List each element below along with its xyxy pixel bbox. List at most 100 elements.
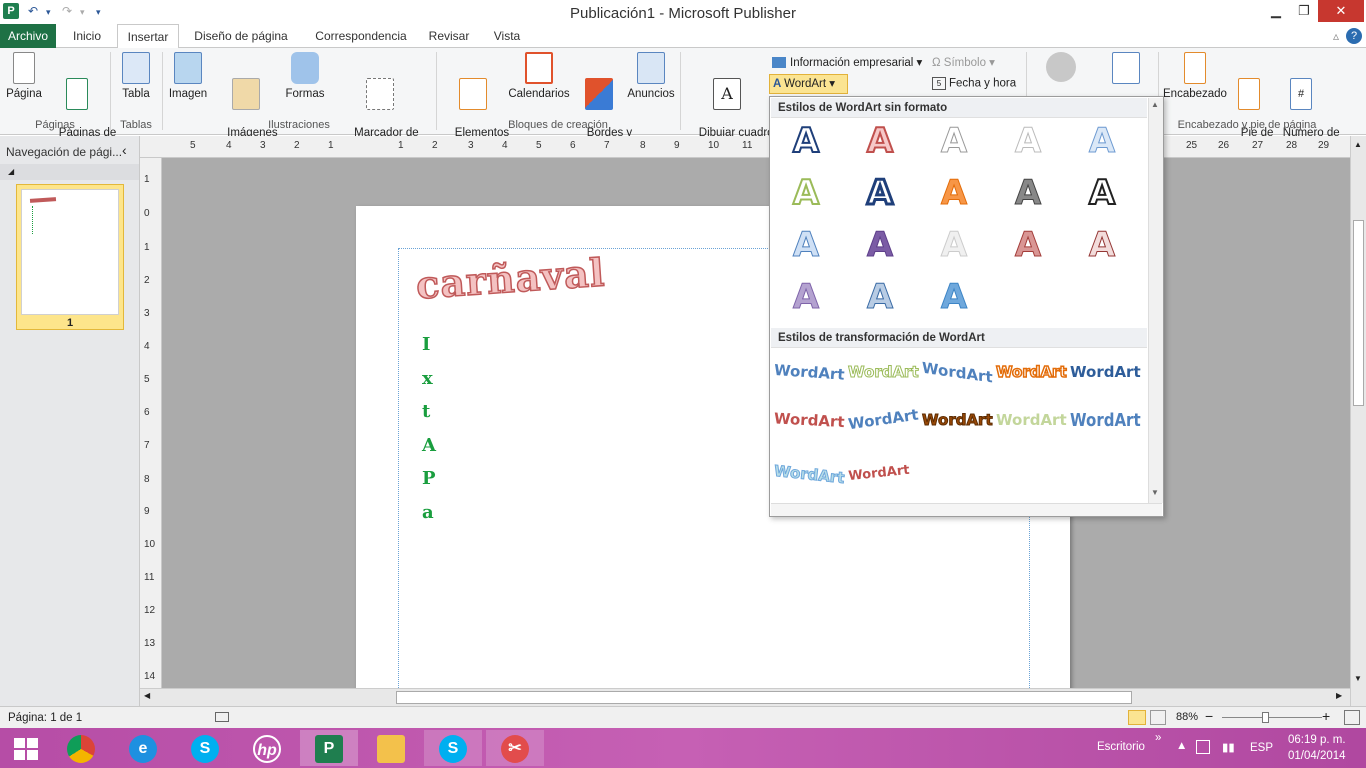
scroll-up-arrow[interactable]: ▲ bbox=[1354, 140, 1362, 149]
pagina-button[interactable]: Página bbox=[4, 52, 44, 101]
vertical-scrollbar[interactable]: ▲ ▼ bbox=[1350, 136, 1366, 706]
help-icon[interactable]: ? bbox=[1346, 28, 1362, 44]
calendarios-button[interactable]: Calendarios bbox=[506, 52, 572, 101]
gallery-scroll-down[interactable]: ▼ bbox=[1151, 488, 1159, 497]
wordart-transform-option[interactable]: WordArt bbox=[773, 401, 845, 438]
wordart-style-option[interactable]: A bbox=[860, 225, 900, 266]
wordart-transform-option[interactable]: WordArt bbox=[922, 351, 993, 394]
publisher-taskbar-button[interactable]: P bbox=[300, 730, 358, 766]
wordart-style-option[interactable]: A bbox=[934, 277, 974, 318]
scroll-down-arrow[interactable]: ▼ bbox=[1354, 674, 1362, 683]
expand-triangle-icon[interactable]: ◢ bbox=[0, 164, 139, 180]
wordart-style-option[interactable]: A bbox=[860, 120, 900, 162]
anuncios-button[interactable]: Anuncios bbox=[626, 52, 676, 101]
wordart-transform-option[interactable]: WordArt bbox=[846, 454, 911, 494]
wifi-icon[interactable]: ▮▮ bbox=[1222, 740, 1235, 754]
vertical-scroll-thumb[interactable] bbox=[1353, 220, 1364, 406]
wordart-transform-option[interactable]: WordArt bbox=[773, 353, 845, 391]
single-page-view-icon[interactable] bbox=[1128, 710, 1146, 725]
tab-inicio[interactable]: Inicio bbox=[62, 24, 112, 48]
explorer-taskbar-button[interactable] bbox=[362, 730, 420, 766]
zoom-out-button[interactable]: − bbox=[1205, 708, 1213, 724]
wordart-transform-option[interactable]: WordArt bbox=[996, 403, 1067, 437]
encabezado-button[interactable]: Encabezado bbox=[1162, 52, 1228, 101]
hp-taskbar-button[interactable]: hp bbox=[238, 730, 296, 766]
tab-diseno-pagina[interactable]: Diseño de página bbox=[186, 24, 296, 48]
hipervinculo-button[interactable] bbox=[1030, 52, 1092, 86]
page-indicator[interactable]: Página: 1 de 1 bbox=[8, 712, 82, 724]
formas-button[interactable]: Formas bbox=[284, 52, 326, 101]
vertical-letter[interactable]: P bbox=[422, 468, 436, 489]
document-canvas[interactable]: carñaval IxtAPa bbox=[162, 158, 1350, 688]
wordart-transform-option[interactable]: WordArt bbox=[1070, 400, 1141, 441]
skype2-taskbar-button[interactable]: S bbox=[424, 730, 482, 766]
wordart-style-option[interactable]: A bbox=[1082, 121, 1122, 162]
zoom-slider[interactable] bbox=[1222, 717, 1322, 718]
wordart-style-option[interactable]: A bbox=[1008, 173, 1048, 214]
maximize-button[interactable]: ❐ bbox=[1290, 0, 1318, 22]
collapse-ribbon-icon[interactable]: ▵ bbox=[1328, 24, 1344, 48]
wordart-style-option[interactable]: A bbox=[860, 172, 900, 215]
wordart-style-option[interactable]: A bbox=[934, 121, 974, 162]
tab-revisar[interactable]: Revisar bbox=[424, 24, 474, 48]
minimize-button[interactable]: ▁ bbox=[1262, 0, 1290, 22]
wordart-style-option[interactable]: A bbox=[1082, 225, 1122, 266]
gallery-scroll-up[interactable]: ▲ bbox=[1151, 100, 1159, 109]
wordart-transform-option[interactable]: WordArt bbox=[772, 454, 846, 494]
snipping-taskbar-button[interactable]: ✂ bbox=[486, 730, 544, 766]
scroll-left-arrow[interactable]: ◀ bbox=[144, 691, 150, 700]
horizontal-scrollbar[interactable]: ◀ ▶ bbox=[140, 688, 1350, 706]
collapse-nav-icon[interactable]: ‹ bbox=[122, 142, 127, 158]
vertical-letter[interactable]: t bbox=[422, 401, 430, 422]
wordart-style-option[interactable]: A bbox=[934, 225, 974, 266]
wordart-style-option[interactable]: A bbox=[786, 277, 826, 318]
wordart-transform-option[interactable]: WordArt bbox=[922, 403, 994, 437]
wordart-style-option[interactable]: A bbox=[786, 225, 826, 266]
horizontal-ruler[interactable]: 543211234567891011122526272829 bbox=[140, 136, 1366, 158]
wordart-style-option[interactable]: A bbox=[786, 120, 826, 162]
simbolo-button[interactable]: Ω Símbolo ▾ bbox=[932, 55, 1002, 69]
show-hidden-icons[interactable]: ▲ bbox=[1176, 740, 1187, 752]
wordart-button[interactable]: A WordArt ▾ bbox=[769, 74, 848, 94]
zoom-slider-thumb[interactable] bbox=[1262, 712, 1269, 723]
fit-page-icon[interactable] bbox=[1344, 710, 1360, 725]
vertical-ruler[interactable]: 1 0 1 2 3 4 5 6 7 8 9 10 11 12 13 14 bbox=[140, 158, 162, 688]
zoom-in-button[interactable]: + bbox=[1322, 708, 1330, 724]
close-button[interactable]: ✕ bbox=[1318, 0, 1364, 22]
vertical-letter[interactable]: I bbox=[422, 334, 430, 355]
wordart-style-option[interactable]: A bbox=[860, 277, 900, 318]
clock-date[interactable]: 01/04/2014 bbox=[1288, 750, 1346, 762]
horizontal-scroll-thumb[interactable] bbox=[396, 691, 1132, 704]
zoom-level[interactable]: 88% bbox=[1176, 711, 1198, 723]
wordart-style-option[interactable]: A bbox=[1008, 225, 1048, 266]
imagen-button[interactable]: Imagen bbox=[166, 52, 210, 101]
wordart-transform-option[interactable]: WordArt bbox=[846, 399, 919, 441]
gallery-scrollbar[interactable]: ▲ ▼ bbox=[1148, 98, 1163, 503]
tab-vista[interactable]: Vista bbox=[484, 24, 530, 48]
ie-taskbar-button[interactable]: e bbox=[114, 730, 172, 766]
page-thumbnail[interactable]: 1 bbox=[16, 184, 124, 330]
marcador-button[interactable] bbox=[1096, 52, 1156, 88]
chrome-taskbar-button[interactable] bbox=[52, 730, 110, 766]
wordart-transform-option[interactable]: WordArt bbox=[1070, 355, 1141, 389]
skype-taskbar-button[interactable]: S bbox=[176, 730, 234, 766]
wordart-style-option[interactable]: A bbox=[1082, 172, 1122, 214]
power-icon[interactable] bbox=[1196, 740, 1210, 754]
scroll-right-arrow[interactable]: ▶ bbox=[1336, 691, 1342, 700]
start-button[interactable] bbox=[0, 730, 52, 766]
informacion-empresarial-button[interactable]: Información empresarial ▾ bbox=[772, 55, 930, 69]
tab-archivo[interactable]: Archivo bbox=[0, 24, 56, 48]
vertical-letter[interactable]: x bbox=[422, 368, 433, 389]
tab-correspondencia[interactable]: Correspondencia bbox=[306, 24, 416, 48]
tab-insertar[interactable]: Insertar bbox=[117, 24, 179, 49]
desktop-toolbar-label[interactable]: Escritorio bbox=[1097, 741, 1145, 753]
wordart-transform-option[interactable]: WordArt bbox=[848, 355, 920, 389]
two-page-view-icon[interactable] bbox=[1150, 710, 1166, 725]
desktop-expand-icon[interactable]: » bbox=[1155, 732, 1161, 744]
tabla-button[interactable]: Tabla bbox=[116, 52, 156, 101]
fecha-hora-button[interactable]: 5 Fecha y hora bbox=[932, 77, 1022, 90]
wordart-style-option[interactable]: A bbox=[786, 172, 826, 214]
gallery-resize-bar[interactable] bbox=[771, 503, 1162, 516]
clock-time[interactable]: 06:19 p. m. bbox=[1288, 734, 1346, 746]
wordart-style-option[interactable]: A bbox=[934, 173, 974, 214]
